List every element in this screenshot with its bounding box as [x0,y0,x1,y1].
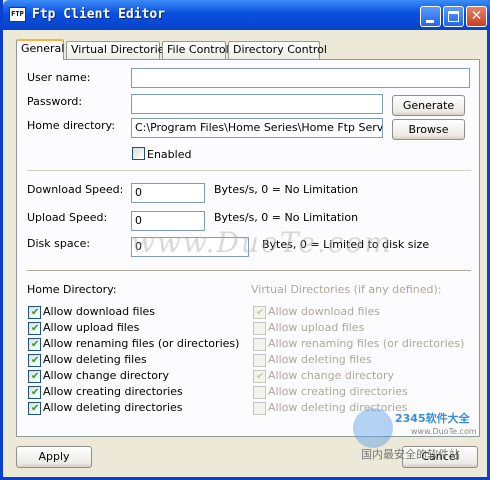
upload-speed-label: Upload Speed: [27,211,108,224]
window-title: Ftp Client Editor [32,7,166,22]
tab-file-control[interactable]: File Control [162,41,229,59]
home-permission-checkbox[interactable]: ✔ [28,402,41,415]
check-icon: ✔ [31,355,40,366]
generate-button[interactable]: Generate [392,95,465,116]
home-permission-label: Allow creating directories [43,385,183,398]
download-speed-field[interactable]: 0 [131,183,205,203]
check-icon: ✔ [256,371,265,382]
virtual-permission-label: Allow change directory [268,369,395,382]
home-permission-checkbox[interactable]: ✔ [28,322,41,335]
enabled-label: Enabled [147,148,192,161]
check-icon: ✔ [256,307,265,318]
check-icon: ✔ [31,339,40,350]
browse-button[interactable]: Browse [392,119,465,140]
check-icon: ✔ [31,403,40,414]
virtual-permission-checkbox [253,354,266,367]
home-permission-checkbox[interactable]: ✔ [28,370,41,383]
virtual-permission-checkbox [253,402,266,415]
minimize-icon [426,20,434,23]
close-button[interactable]: ✕ [466,6,487,27]
home-permission-checkbox[interactable]: ✔ [28,338,41,351]
home-directory-field[interactable]: C:\Program Files\Home Series\Home Ftp Se… [131,118,383,138]
virtual-permission-checkbox [253,386,266,399]
check-icon: ✔ [31,371,40,382]
minimize-button[interactable] [420,6,441,27]
home-permission-label: Allow deleting files [43,353,147,366]
virtual-permission-label: Allow deleting directories [268,401,408,414]
check-icon: ✔ [31,323,40,334]
watermark-logo-text: 2345软件大全 [395,412,470,425]
user-name-label: User name: [27,71,91,84]
enabled-checkbox[interactable] [132,147,145,160]
virtual-directories-permissions-title: Virtual Directories (if any defined): [251,283,442,296]
home-permission-label: Allow renaming files (or directories) [43,337,240,350]
maximize-icon [448,11,459,22]
maximize-button[interactable] [443,6,464,27]
virtual-permission-label: Allow creating directories [268,385,408,398]
virtual-permission-label: Allow renaming files (or directories) [268,337,465,350]
password-label: Password: [27,95,83,108]
password-field[interactable] [131,94,383,114]
watermark-bottom-text: 国内最安全的软件站 [361,448,460,461]
user-name-field[interactable] [131,68,470,88]
download-speed-hint: Bytes/s, 0 = No Limitation [214,183,359,196]
home-directory-label: Home directory: [27,119,116,132]
separator [27,170,471,171]
tab-virtual-directories[interactable]: Virtual Directories [66,41,170,59]
check-icon: ✔ [31,307,40,318]
virtual-permission-checkbox: ✔ [253,306,266,319]
title-bar[interactable]: FTP Ftp Client Editor ✕ [3,0,490,30]
home-permission-label: Allow deleting directories [43,401,183,414]
tab-general[interactable]: General [16,39,64,60]
watermark-logo-icon [353,408,393,448]
upload-speed-hint: Bytes/s, 0 = No Limitation [214,211,359,224]
tab-directory-control[interactable]: Directory Control [228,41,327,59]
home-permission-checkbox[interactable]: ✔ [28,386,41,399]
home-permission-label: Allow upload files [43,321,140,334]
virtual-permission-label: Allow deleting files [268,353,372,366]
download-speed-label: Download Speed: [27,183,124,196]
home-permission-checkbox[interactable]: ✔ [28,306,41,319]
watermark-text: www.DuoTe.com [131,226,393,259]
virtual-permission-checkbox: ✔ [253,370,266,383]
home-permission-label: Allow download files [43,305,156,318]
home-permission-checkbox[interactable]: ✔ [28,354,41,367]
apply-button[interactable]: Apply [16,446,92,468]
separator [27,270,471,272]
home-directory-permissions-title: Home Directory: [27,283,117,296]
close-icon: ✕ [470,8,483,24]
virtual-permission-label: Allow upload files [268,321,365,334]
disk-space-label: Disk space: [27,237,91,250]
ftp-app-icon: FTP [9,7,26,22]
ftp-client-editor-window: FTP Ftp Client Editor ✕ General Virtual … [0,0,490,480]
watermark-logo-url: www.DuoTe.com [411,427,477,436]
virtual-permission-checkbox [253,338,266,351]
check-icon: ✔ [31,387,40,398]
virtual-permission-checkbox [253,322,266,335]
virtual-permission-label: Allow download files [268,305,381,318]
home-permission-label: Allow change directory [43,369,170,382]
